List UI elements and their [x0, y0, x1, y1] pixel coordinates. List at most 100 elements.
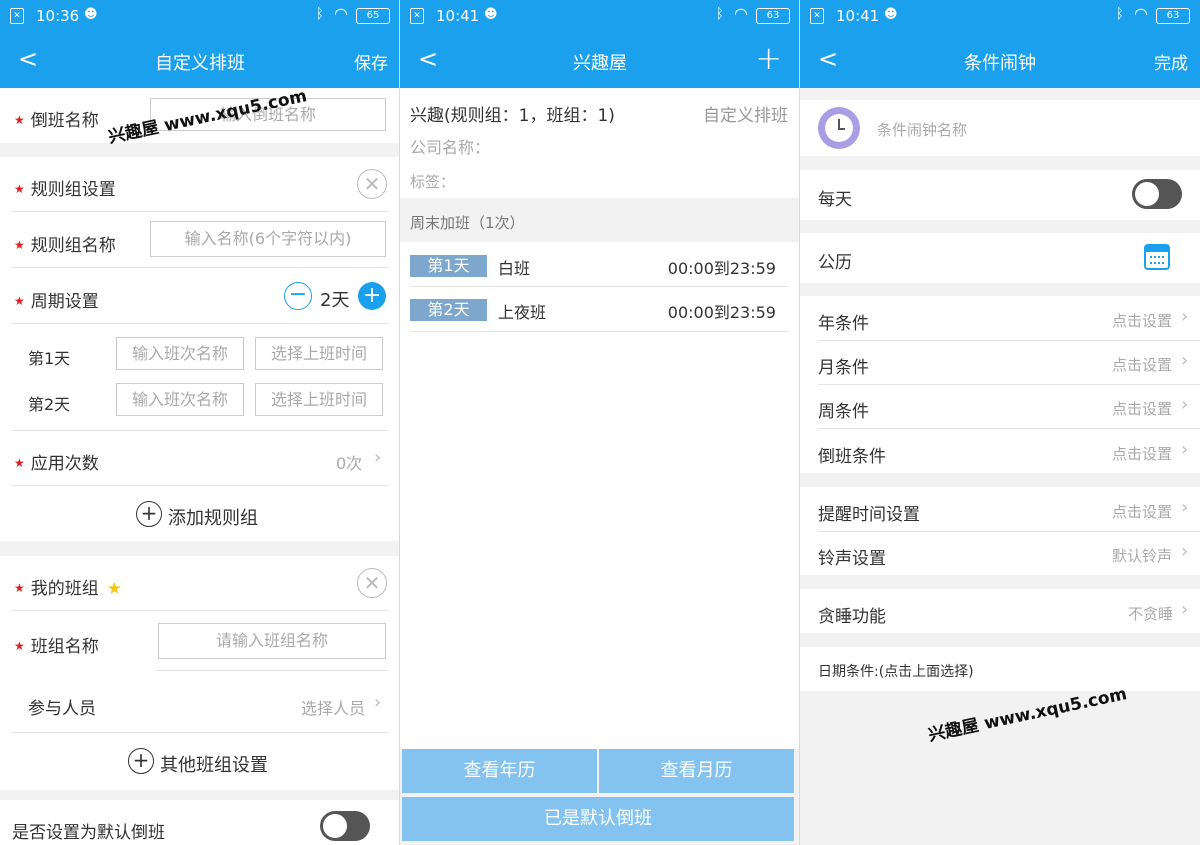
shift-name-label: 倒班名称: [30, 111, 99, 131]
week-condition-label[interactable]: 周条件: [818, 397, 869, 422]
tags-label: 标签：: [410, 173, 456, 191]
shift-name: 上夜班: [498, 303, 547, 322]
required-star-icon: ★: [14, 581, 25, 595]
ringtone-label[interactable]: 铃声设置: [818, 544, 886, 569]
chevron-right-icon: ›: [1181, 394, 1189, 415]
other-group-settings-button[interactable]: 其他班组设置: [160, 751, 268, 777]
status-time: 10:41: [836, 7, 880, 25]
members-select[interactable]: 选择人员: [301, 695, 365, 719]
required-star-icon: ★: [14, 113, 25, 127]
add-button[interactable]: +: [755, 40, 782, 76]
year-condition-value[interactable]: 点击设置: [1112, 310, 1172, 331]
status-time: 10:36: [36, 7, 80, 25]
snooze-value[interactable]: 不贪睡: [1128, 603, 1173, 624]
bluetooth-icon: ᛒ: [1115, 6, 1124, 22]
star-favorite-icon: ★: [106, 579, 123, 599]
phone-shift-detail: ✕ 10:41 ☻ ᛒ ◠ 63 < 兴趣屋 + 兴趣(规则组：1，班组：1) …: [400, 0, 800, 845]
reminder-time-label[interactable]: 提醒时间设置: [818, 500, 920, 525]
plus-icon[interactable]: +: [358, 282, 386, 310]
day-1-time-select[interactable]: 选择上班时间: [255, 337, 383, 370]
add-rule-group-button[interactable]: 添加规则组: [168, 504, 258, 530]
reminder-time-value[interactable]: 点击设置: [1112, 501, 1172, 522]
rule-group-name-input[interactable]: 输入名称(6个字符以内): [150, 221, 386, 257]
day-1-label: 第1天: [28, 349, 71, 368]
company-label: 公司名称：: [410, 138, 491, 157]
rule-group-section: ★ 规则组设置 ✕ ★ 规则组名称 输入名称(6个字符以内) ★ 周期设置 − 2天 …: [0, 157, 399, 541]
month-condition-value[interactable]: 点击设置: [1112, 354, 1172, 375]
week-condition-value[interactable]: 点击设置: [1112, 398, 1172, 419]
shift-time: 00:00到23:59: [667, 259, 776, 278]
calendar-switch-icon[interactable]: [1144, 244, 1170, 270]
sim-icon: ✕: [410, 8, 424, 24]
battery-indicator: 65: [356, 8, 390, 24]
notification-icon: ☻: [484, 7, 498, 22]
every-day-row: 每天: [800, 170, 1200, 220]
shift-list: 第1天 白班 00:00到23:59 第2天 上夜班 00:00到23:59: [400, 242, 799, 749]
default-shift-button[interactable]: 已是默认倒班: [402, 797, 794, 841]
my-group-section: ★ 我的班组 ★ ✕ ★ 班组名称 请输入班组名称 参与人员 选择人员 › + 其他班…: [0, 556, 399, 790]
shift-condition-label[interactable]: 倒班条件: [818, 442, 886, 467]
snooze-label[interactable]: 贪睡功能: [818, 602, 886, 627]
every-day-toggle[interactable]: [1132, 179, 1182, 209]
shift-name-row: ★ 倒班名称 输入倒班名称 兴趣屋 www.xqu5.com: [0, 86, 399, 148]
view-month-calendar-button[interactable]: 查看月历: [599, 749, 794, 793]
wifi-icon: ◠: [734, 4, 748, 23]
battery-indicator: 63: [756, 8, 790, 24]
alarm-name-row: 条件闹钟名称: [800, 100, 1200, 156]
summary-card: 兴趣(规则组：1，班组：1) 自定义排班 公司名称： 标签：: [400, 88, 799, 198]
done-button[interactable]: 完成: [1154, 49, 1188, 74]
default-shift-row: 是否设置为默认倒班: [0, 800, 399, 845]
conditions-group: 年条件 点击设置 › 月条件 点击设置 › 周条件 点击设置 › 倒班条件 点击…: [800, 296, 1200, 473]
day-2-shift-input[interactable]: 输入班次名称: [116, 383, 244, 416]
calendar-row: 公历: [800, 233, 1200, 283]
default-shift-label: 是否设置为默认倒班: [12, 823, 165, 843]
chevron-right-icon: ›: [1181, 439, 1189, 460]
bluetooth-icon: ᛒ: [315, 6, 324, 22]
page-title: 兴趣屋: [573, 53, 627, 74]
ringtone-value[interactable]: 默认铃声: [1112, 545, 1172, 566]
required-star-icon: ★: [14, 294, 25, 308]
nav-bar: < 条件闹钟 完成: [800, 32, 1200, 88]
chevron-right-icon: ›: [1181, 497, 1189, 518]
month-condition-label[interactable]: 月条件: [818, 353, 869, 378]
minus-icon[interactable]: −: [284, 282, 312, 310]
default-shift-toggle[interactable]: [320, 811, 370, 841]
alarm-name-input[interactable]: 条件闹钟名称: [877, 119, 967, 140]
nav-bar: < 自定义排班 保存: [0, 32, 399, 88]
group-name-input[interactable]: 请输入班组名称: [158, 623, 386, 659]
required-star-icon: ★: [14, 182, 25, 196]
day-2-time-select[interactable]: 选择上班时间: [255, 383, 383, 416]
cycle-label: 周期设置: [30, 292, 99, 312]
notification-icon: ☻: [84, 7, 98, 22]
status-time: 10:41: [436, 7, 480, 25]
delete-group-icon[interactable]: ✕: [357, 568, 387, 598]
delete-rule-group-icon[interactable]: ✕: [357, 169, 387, 199]
cycle-value: 2天: [320, 290, 350, 311]
shift-time: 00:00到23:59: [667, 303, 776, 322]
summary-text: 兴趣(规则组：1，班组：1): [410, 106, 615, 126]
shift-condition-value[interactable]: 点击设置: [1112, 443, 1172, 464]
date-condition-row: 日期条件:(点击上面选择): [800, 647, 1200, 691]
rule-group-settings-label: 规则组设置: [30, 180, 116, 200]
required-star-icon: ★: [14, 238, 25, 252]
page-title: 自定义排班: [155, 53, 245, 74]
snooze-row: 贪睡功能 不贪睡 ›: [800, 589, 1200, 633]
wifi-icon: ◠: [334, 4, 348, 23]
chevron-right-icon: ›: [1181, 306, 1189, 327]
save-button[interactable]: 保存: [354, 49, 388, 74]
add-circle-icon[interactable]: +: [128, 748, 154, 774]
phone-custom-shift: ✕ 10:36 ☻ ᛒ ◠ 65 < 自定义排班 保存 ★ 倒班名称 输入倒班名称…: [0, 0, 400, 845]
section-title: 周末加班（1次）: [410, 214, 525, 232]
add-circle-icon[interactable]: +: [136, 501, 162, 527]
required-star-icon: ★: [14, 639, 25, 653]
phone-condition-alarm: ✕ 10:41 ☻ ᛒ ◠ 63 < 条件闹钟 完成 条件闹钟名称 每天 公历 …: [800, 0, 1200, 845]
year-condition-label[interactable]: 年条件: [818, 309, 869, 334]
date-condition-text: 日期条件:(点击上面选择): [818, 664, 974, 680]
my-group-label: 我的班组: [30, 579, 99, 599]
apply-count-value[interactable]: 0次: [336, 450, 362, 474]
view-year-calendar-button[interactable]: 查看年历: [402, 749, 597, 793]
status-bar: ✕ 10:36 ☻ ᛒ ◠ 65: [0, 0, 399, 32]
chevron-right-icon: ›: [374, 692, 382, 713]
calendar-label[interactable]: 公历: [818, 248, 852, 273]
day-1-shift-input[interactable]: 输入班次名称: [116, 337, 244, 370]
